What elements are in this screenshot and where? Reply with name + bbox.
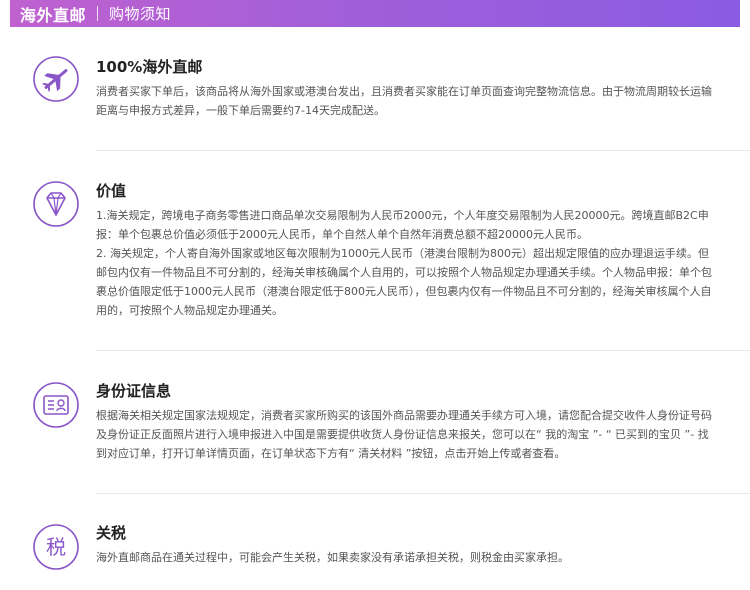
divider — [96, 493, 750, 494]
header-subtitle: 购物须知 — [109, 5, 172, 23]
section-value: 价值 1.海关规定，跨境电子商务零售进口商品单次交易限制为人民币2000元，个人… — [32, 178, 732, 328]
diamond-icon — [32, 180, 80, 228]
divider — [96, 150, 750, 151]
section-title: 关税 — [96, 524, 127, 542]
paragraph: 消费者买家下单后，该商品将从海外国家或港澳台发出，且消费者买家能在订单页面查询完… — [96, 85, 712, 117]
airplane-icon — [32, 55, 80, 103]
paragraph: 2. 海关规定，个人寄自海外国家或地区每次限制为1000元人民币（港澳台限制为8… — [96, 247, 712, 317]
section-title: 100%海外直邮 — [96, 58, 203, 76]
header-title: 海外直邮 — [20, 5, 87, 25]
divider — [96, 350, 750, 351]
section-title: 身份证信息 — [96, 382, 172, 400]
section-body: 海外直邮商品在通关过程中，可能会产生关税，如果卖家没有承诺承担关税，则税金由买家… — [96, 548, 716, 567]
header-divider — [97, 6, 99, 21]
tax-icon: 税 — [32, 523, 80, 571]
section-body: 1.海关规定，跨境电子商务零售进口商品单次交易限制为人民币2000元，个人年度交… — [96, 206, 716, 320]
section-body: 消费者买家下单后，该商品将从海外国家或港澳台发出，且消费者买家能在订单页面查询完… — [96, 82, 716, 120]
section-title: 价值 — [96, 182, 127, 200]
section-id-info: 身份证信息 根据海关相关规定国家法规规定，消费者买家所购买的该国外商品需要办理通… — [32, 378, 732, 478]
header-bar: 海外直邮 购物须知 — [10, 0, 740, 27]
section-overseas-direct: 100%海外直邮 消费者买家下单后，该商品将从海外国家或港澳台发出，且消费者买家… — [32, 52, 732, 132]
section-body: 根据海关相关规定国家法规规定，消费者买家所购买的该国外商品需要办理通关手续方可入… — [96, 406, 716, 463]
paragraph: 根据海关相关规定国家法规规定，消费者买家所购买的该国外商品需要办理通关手续方可入… — [96, 409, 712, 460]
paragraph: 海外直邮商品在通关过程中，可能会产生关税，如果卖家没有承诺承担关税，则税金由买家… — [96, 551, 569, 564]
tax-icon-char: 税 — [46, 535, 66, 559]
id-card-icon — [32, 381, 80, 429]
section-tariff: 税 关税 海外直邮商品在通关过程中，可能会产生关税，如果卖家没有承诺承担关税，则… — [32, 520, 732, 580]
paragraph: 1.海关规定，跨境电子商务零售进口商品单次交易限制为人民币2000元，个人年度交… — [96, 209, 709, 241]
